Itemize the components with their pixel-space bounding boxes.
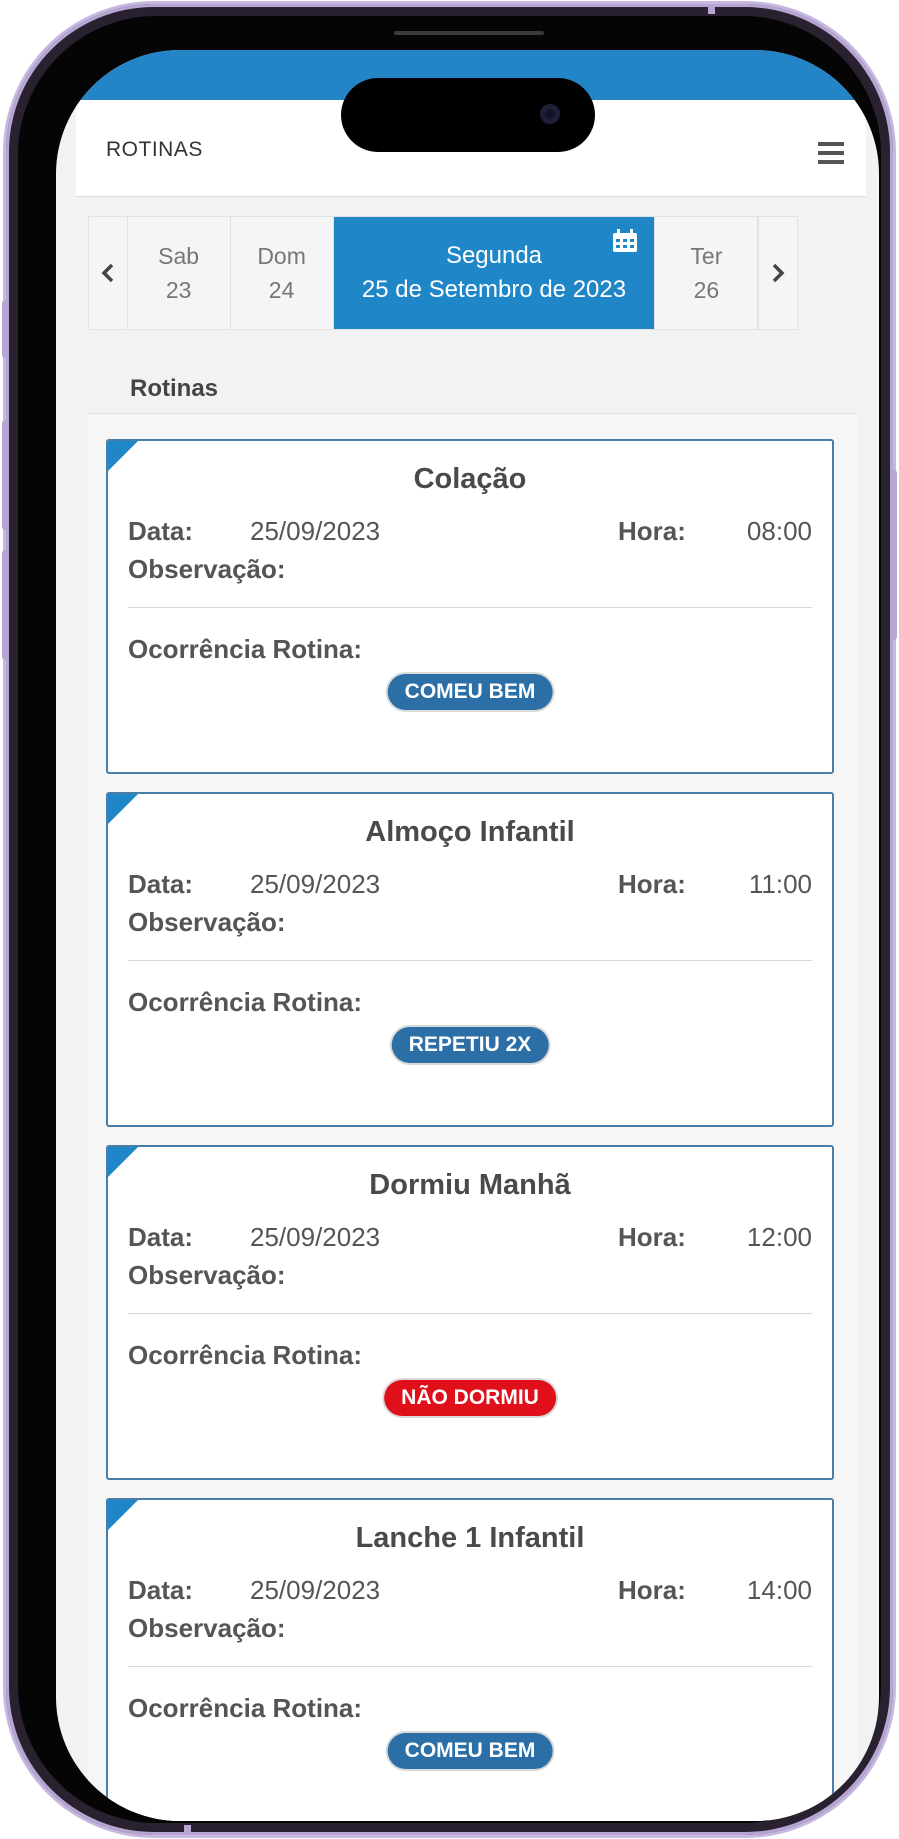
date-value: 25/09/2023 <box>250 1222 381 1252</box>
occurrence-label: Ocorrência Rotina: <box>128 987 363 1017</box>
page-title: ROTINAS <box>106 138 203 161</box>
date-label: Data: <box>128 516 194 546</box>
day-selector: Sab 23 Dom 24 Segunda 25 de Setembro de … <box>88 216 798 330</box>
dynamic-island <box>341 78 595 152</box>
front-camera-icon <box>540 104 560 124</box>
speaker-slit <box>394 31 544 35</box>
time-label: Hora: <box>618 516 686 546</box>
card-divider <box>128 1313 812 1314</box>
day-date: 24 <box>268 277 295 303</box>
occurrence-badge: REPETIU 2X <box>391 1027 549 1063</box>
phone-power-button <box>891 470 897 640</box>
date-label: Data: <box>128 1575 194 1605</box>
routine-title: Lanche 1 Infantil <box>355 1522 585 1554</box>
time-value: 08:00 <box>746 516 812 546</box>
routine-card[interactable]: Colação Data: 25/09/2023 Hora: 08:00 Obs… <box>106 439 834 774</box>
day-weekday: Segunda <box>445 242 543 269</box>
phone-volume-up-button <box>2 420 8 530</box>
day-full-date: 25 de Setembro de 2023 <box>361 276 627 303</box>
routine-card[interactable]: Lanche 1 Infantil Data: 25/09/2023 Hora:… <box>106 1498 834 1821</box>
next-day-button[interactable] <box>758 217 797 329</box>
date-label: Data: <box>128 869 194 899</box>
date-value: 25/09/2023 <box>250 1575 381 1605</box>
day-date: 26 <box>693 277 720 303</box>
occurrence-badge: NÃO DORMIU <box>384 1380 556 1416</box>
day-weekday: Ter <box>690 243 723 269</box>
routine-title: Almoço Infantil <box>365 816 575 848</box>
routine-title: Dormiu Manhã <box>369 1169 571 1201</box>
phone-side-button <box>2 300 8 358</box>
routine-title: Colação <box>413 463 527 495</box>
observation-label: Observação: <box>128 1613 286 1643</box>
time-label: Hora: <box>618 869 686 899</box>
phone-screen: ROTINAS Sab 23 Dom 24 Segunda 25 de Sete… <box>56 50 879 1821</box>
date-value: 25/09/2023 <box>250 869 381 899</box>
chevron-left-icon <box>101 263 114 283</box>
section-title: Rotinas <box>130 375 219 402</box>
hamburger-menu-icon[interactable] <box>818 142 844 164</box>
routine-card[interactable]: Dormiu Manhã Data: 25/09/2023 Hora: 12:0… <box>106 1145 834 1480</box>
day-item-segunda-selected[interactable]: Segunda 25 de Setembro de 2023 <box>333 217 656 329</box>
antenna-band <box>708 4 715 14</box>
observation-label: Observação: <box>128 1260 286 1290</box>
time-value: 11:00 <box>748 869 812 899</box>
time-value: 14:00 <box>746 1575 812 1605</box>
occurrence-label: Ocorrência Rotina: <box>128 634 363 664</box>
day-item-ter[interactable]: Ter 26 <box>655 217 759 329</box>
time-label: Hora: <box>618 1222 686 1252</box>
previous-day-button[interactable] <box>89 217 128 329</box>
day-item-dom[interactable]: Dom 24 <box>231 217 334 329</box>
phone-mockup: ROTINAS Sab 23 Dom 24 Segunda 25 de Sete… <box>0 0 899 1839</box>
occurrence-badge: COMEU BEM <box>387 674 553 710</box>
date-value: 25/09/2023 <box>250 516 381 546</box>
observation-label: Observação: <box>128 554 286 584</box>
time-value: 12:00 <box>746 1222 812 1252</box>
card-divider <box>128 1666 812 1667</box>
time-label: Hora: <box>618 1575 686 1605</box>
day-weekday: Sab <box>158 243 200 269</box>
occurrence-label: Ocorrência Rotina: <box>128 1693 363 1723</box>
occurrence-badge: COMEU BEM <box>387 1733 553 1769</box>
chevron-right-icon <box>772 263 785 283</box>
day-date: 23 <box>165 277 192 303</box>
card-divider <box>128 607 812 608</box>
date-label: Data: <box>128 1222 194 1252</box>
phone-bezel: ROTINAS Sab 23 Dom 24 Segunda 25 de Sete… <box>18 16 881 1823</box>
occurrence-label: Ocorrência Rotina: <box>128 1340 363 1370</box>
calendar-icon[interactable] <box>612 229 638 253</box>
routine-list: Colação Data: 25/09/2023 Hora: 08:00 Obs… <box>88 413 858 1821</box>
day-weekday: Dom <box>257 243 306 269</box>
observation-label: Observação: <box>128 907 286 937</box>
routine-card[interactable]: Almoço Infantil Data: 25/09/2023 Hora: 1… <box>106 792 834 1127</box>
antenna-band <box>184 1825 191 1835</box>
phone-volume-down-button <box>2 550 8 660</box>
day-item-sab[interactable]: Sab 23 <box>128 217 231 329</box>
card-divider <box>128 960 812 961</box>
